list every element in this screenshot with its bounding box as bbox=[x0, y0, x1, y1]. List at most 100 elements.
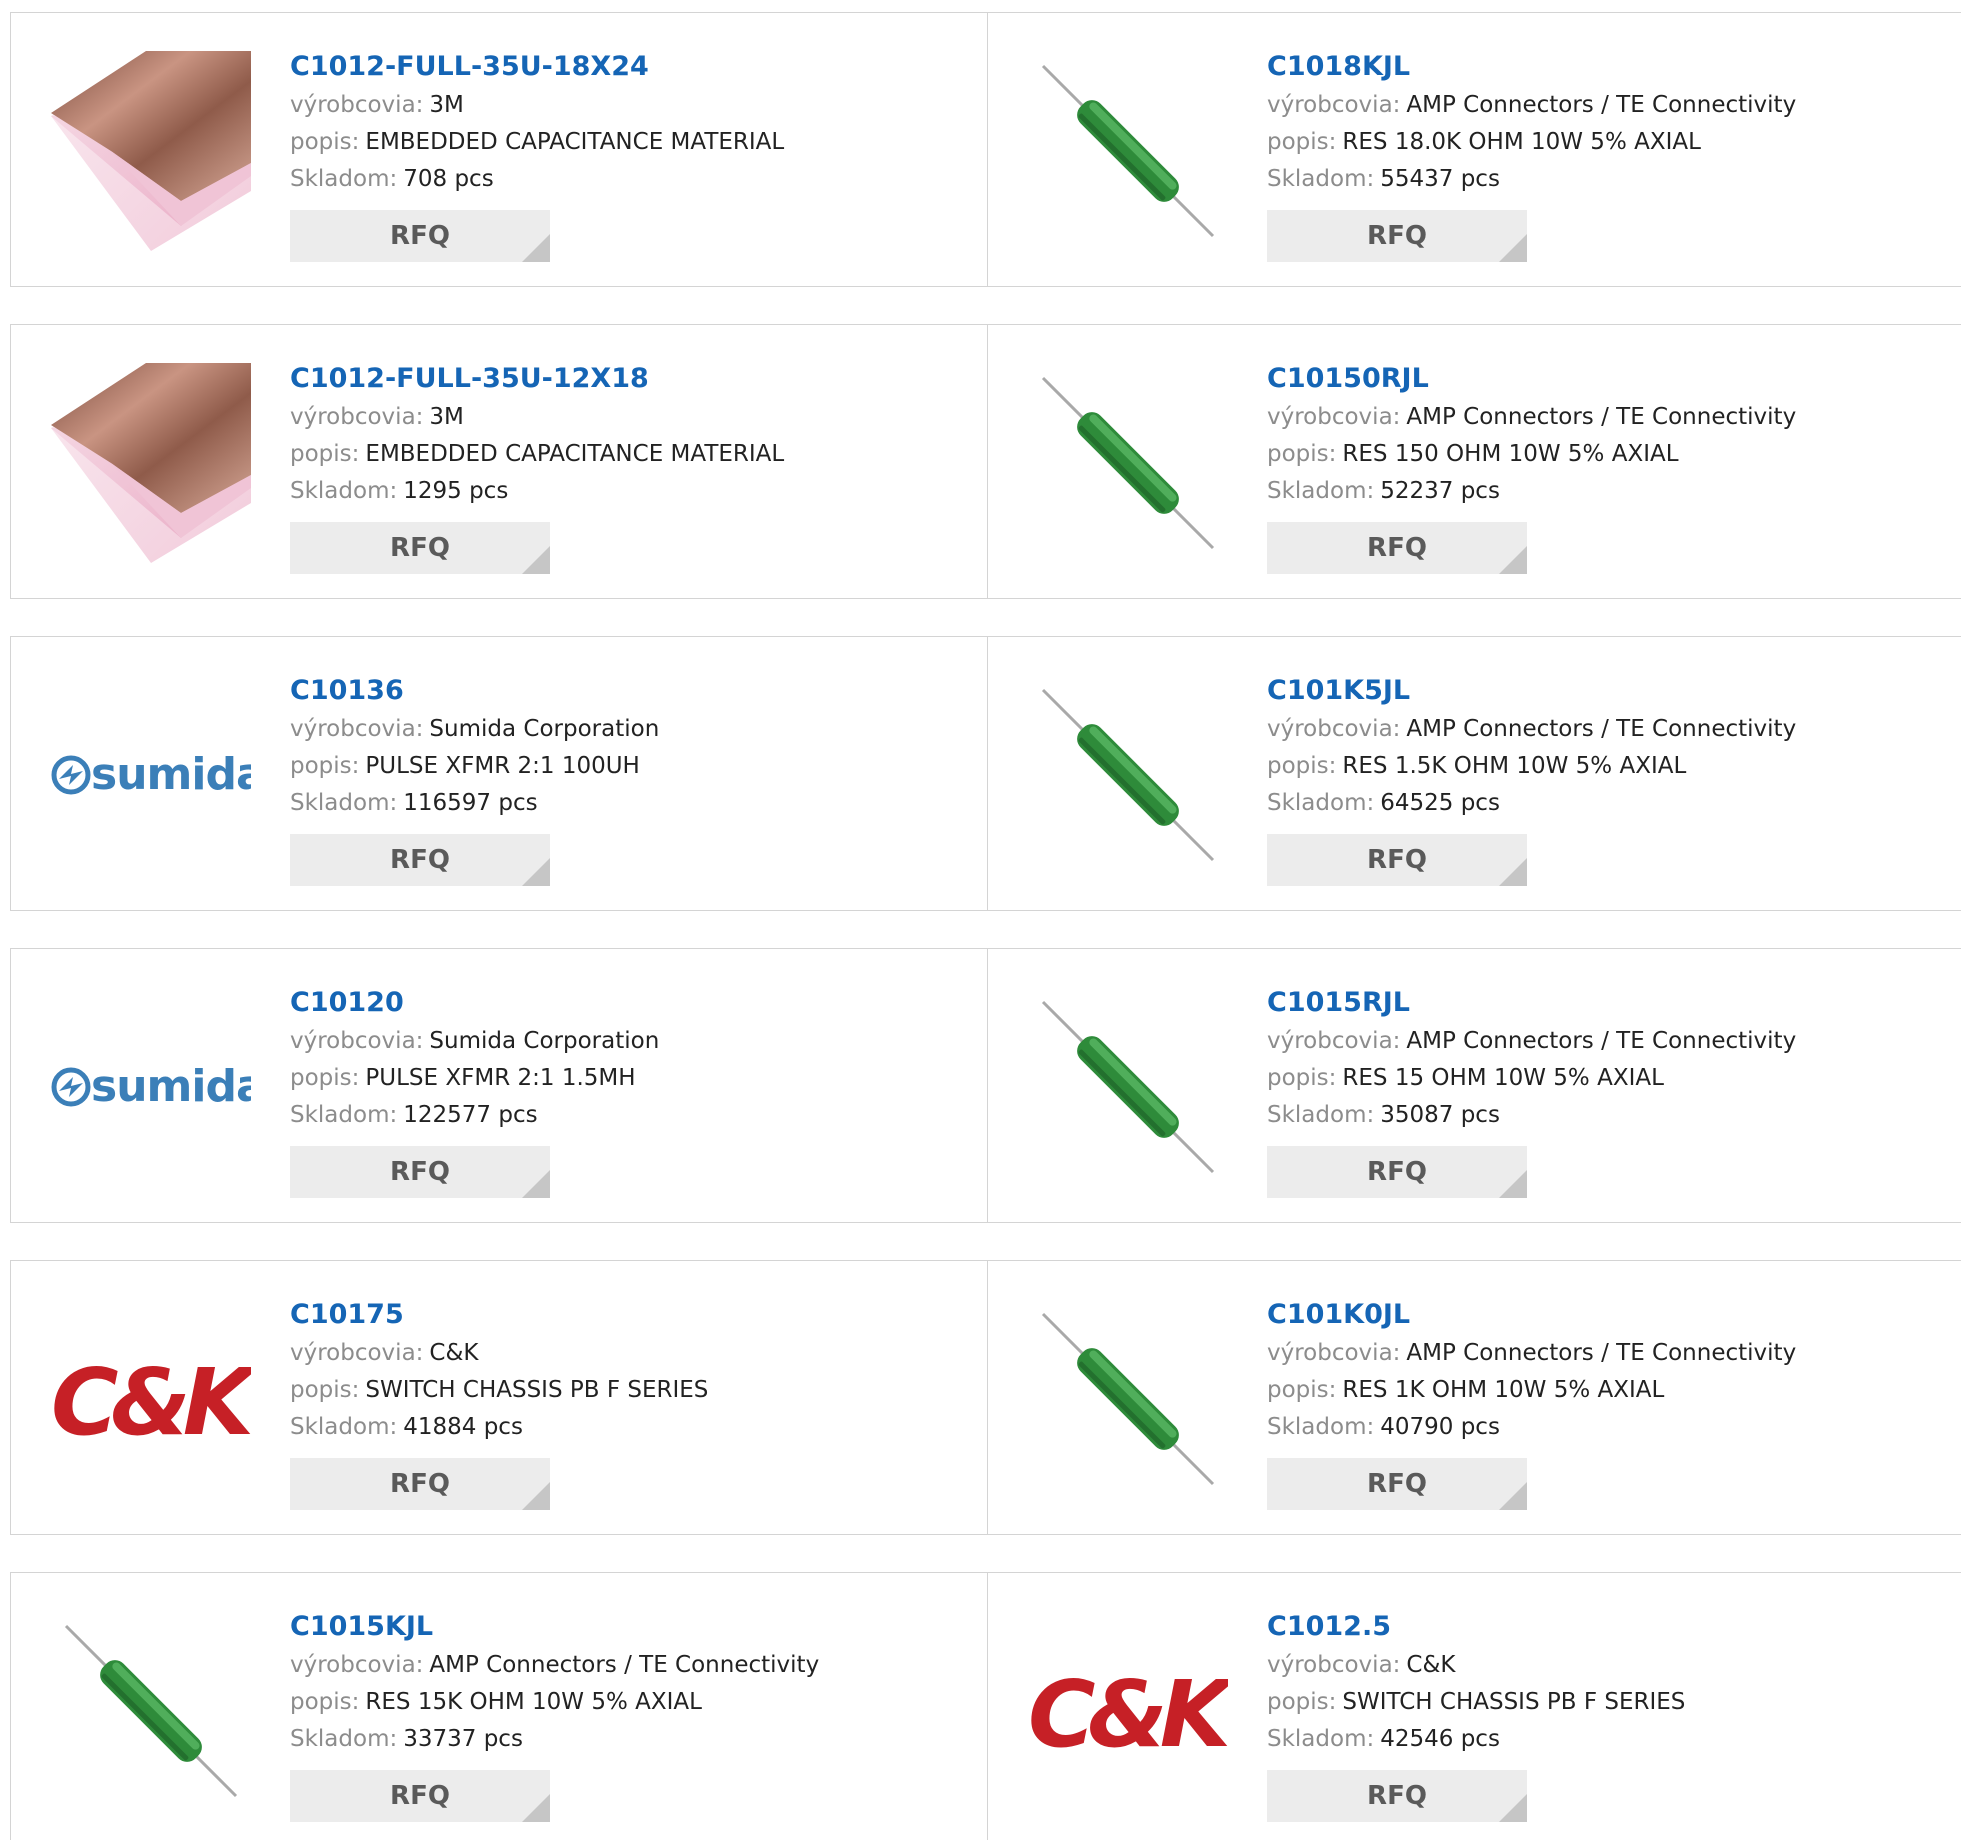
part-number-link[interactable]: C1012-FULL-35U-12X18 bbox=[290, 359, 970, 399]
manufacturer-label: výrobcovia: bbox=[1267, 1340, 1401, 1366]
part-number-link[interactable]: C101K5JL bbox=[1267, 671, 1947, 711]
manufacturer-value: C&K bbox=[1406, 1652, 1456, 1678]
ck-logo[interactable]: C&K bbox=[51, 1299, 251, 1499]
rfq-button[interactable]: RFQ bbox=[1267, 1458, 1527, 1510]
stock-label: Skladom: bbox=[1267, 478, 1375, 504]
part-number-link[interactable]: C10120 bbox=[290, 983, 970, 1023]
rfq-label: RFQ bbox=[390, 1469, 450, 1499]
resistor-icon[interactable] bbox=[1028, 51, 1228, 251]
manufacturer-value: 3M bbox=[429, 404, 464, 430]
product-info: C10136 výrobcovia: Sumida Corporation popis… bbox=[290, 671, 970, 886]
rfq-button[interactable]: RFQ bbox=[290, 1770, 550, 1822]
product-row: C1012-FULL-35U-18X24 výrobcovia: 3M popis: E… bbox=[10, 12, 1961, 287]
manufacturer-value: C&K bbox=[429, 1340, 479, 1366]
resistor-icon[interactable] bbox=[1028, 675, 1228, 875]
product-info: C1018KJL výrobcovia: AMP Connectors / TE C… bbox=[1267, 47, 1947, 262]
manufacturer-label: výrobcovia: bbox=[290, 716, 424, 742]
manufacturer-label: výrobcovia: bbox=[290, 1340, 424, 1366]
manufacturer-value: AMP Connectors / TE Connectivity bbox=[1406, 1340, 1797, 1366]
corner-triangle-icon bbox=[1499, 858, 1527, 886]
part-number-link[interactable]: C1012-FULL-35U-18X24 bbox=[290, 47, 970, 87]
stock-label: Skladom: bbox=[290, 1102, 398, 1128]
description-label: popis: bbox=[290, 441, 360, 467]
part-number-link[interactable]: C101K0JL bbox=[1267, 1295, 1947, 1335]
sumida-logo[interactable]: sumida bbox=[51, 987, 251, 1187]
copper-laminate-icon[interactable] bbox=[51, 51, 251, 251]
product-card: C&K C1012.5 výrobcovia: C&K popis: SWITCH CH… bbox=[988, 1573, 1961, 1840]
stock-line: Skladom: 40790 pcs bbox=[1267, 1409, 1947, 1446]
description-value: RES 18.0K OHM 10W 5% AXIAL bbox=[1342, 129, 1701, 155]
stock-line: Skladom: 33737 pcs bbox=[290, 1721, 970, 1758]
description-line: popis: RES 15 OHM 10W 5% AXIAL bbox=[1267, 1060, 1947, 1097]
resistor-icon[interactable] bbox=[1028, 987, 1228, 1187]
manufacturer-line: výrobcovia: AMP Connectors / TE Connectiv… bbox=[1267, 1023, 1947, 1060]
stock-line: Skladom: 122577 pcs bbox=[290, 1097, 970, 1134]
resistor-icon[interactable] bbox=[51, 1611, 251, 1811]
stock-label: Skladom: bbox=[290, 1414, 398, 1440]
manufacturer-label: výrobcovia: bbox=[290, 92, 424, 118]
rfq-button[interactable]: RFQ bbox=[290, 1146, 550, 1198]
stock-value: 42546 pcs bbox=[1380, 1726, 1500, 1752]
product-card: C10150RJL výrobcovia: AMP Connectors / TE … bbox=[988, 325, 1961, 598]
description-value: SWITCH CHASSIS PB F SERIES bbox=[1342, 1689, 1686, 1715]
rfq-button[interactable]: RFQ bbox=[290, 522, 550, 574]
description-value: RES 15K OHM 10W 5% AXIAL bbox=[365, 1689, 702, 1715]
ck-logo[interactable]: C&K bbox=[1028, 1611, 1228, 1811]
rfq-button[interactable]: RFQ bbox=[1267, 834, 1527, 886]
rfq-button[interactable]: RFQ bbox=[1267, 210, 1527, 262]
rfq-button[interactable]: RFQ bbox=[290, 834, 550, 886]
part-number-link[interactable]: C10150RJL bbox=[1267, 359, 1947, 399]
product-info: C10175 výrobcovia: C&K popis: SWITCH CHASSIS… bbox=[290, 1295, 970, 1510]
manufacturer-label: výrobcovia: bbox=[290, 1028, 424, 1054]
stock-label: Skladom: bbox=[1267, 166, 1375, 192]
stock-value: 708 pcs bbox=[403, 166, 494, 192]
part-number-link[interactable]: C1015RJL bbox=[1267, 983, 1947, 1023]
rfq-button[interactable]: RFQ bbox=[1267, 1146, 1527, 1198]
manufacturer-label: výrobcovia: bbox=[290, 404, 424, 430]
manufacturer-value: AMP Connectors / TE Connectivity bbox=[429, 1652, 820, 1678]
description-value: SWITCH CHASSIS PB F SERIES bbox=[365, 1377, 709, 1403]
part-number-link[interactable]: C1012.5 bbox=[1267, 1607, 1947, 1647]
description-value: RES 150 OHM 10W 5% AXIAL bbox=[1342, 441, 1679, 467]
rfq-button[interactable]: RFQ bbox=[290, 210, 550, 262]
manufacturer-value: 3M bbox=[429, 92, 464, 118]
description-value: PULSE XFMR 2:1 100UH bbox=[365, 753, 640, 779]
rfq-button[interactable]: RFQ bbox=[290, 1458, 550, 1510]
manufacturer-line: výrobcovia: C&K bbox=[290, 1335, 970, 1372]
description-value: PULSE XFMR 2:1 1.5MH bbox=[365, 1065, 636, 1091]
sumida-logo[interactable]: sumida bbox=[51, 675, 251, 875]
rfq-label: RFQ bbox=[1367, 1157, 1427, 1187]
stock-value: 116597 pcs bbox=[403, 790, 538, 816]
part-number-link[interactable]: C10175 bbox=[290, 1295, 970, 1335]
resistor-icon[interactable] bbox=[1028, 363, 1228, 563]
manufacturer-line: výrobcovia: 3M bbox=[290, 87, 970, 124]
stock-line: Skladom: 55437 pcs bbox=[1267, 161, 1947, 198]
stock-line: Skladom: 708 pcs bbox=[290, 161, 970, 198]
stock-value: 1295 pcs bbox=[403, 478, 509, 504]
manufacturer-value: AMP Connectors / TE Connectivity bbox=[1406, 404, 1797, 430]
rfq-label: RFQ bbox=[1367, 221, 1427, 251]
manufacturer-value: AMP Connectors / TE Connectivity bbox=[1406, 92, 1797, 118]
stock-label: Skladom: bbox=[1267, 790, 1375, 816]
stock-label: Skladom: bbox=[290, 1726, 398, 1752]
stock-value: 40790 pcs bbox=[1380, 1414, 1500, 1440]
resistor-icon[interactable] bbox=[1028, 1299, 1228, 1499]
copper-laminate-icon[interactable] bbox=[51, 363, 251, 563]
part-number-link[interactable]: C10136 bbox=[290, 671, 970, 711]
rfq-label: RFQ bbox=[390, 845, 450, 875]
description-line: popis: RES 150 OHM 10W 5% AXIAL bbox=[1267, 436, 1947, 473]
part-number-link[interactable]: C1015KJL bbox=[290, 1607, 970, 1647]
rfq-button[interactable]: RFQ bbox=[1267, 522, 1527, 574]
rfq-label: RFQ bbox=[390, 1157, 450, 1187]
stock-label: Skladom: bbox=[290, 790, 398, 816]
manufacturer-label: výrobcovia: bbox=[1267, 404, 1401, 430]
product-card: sumida C10120 výrobcovia: Sumida Corporati… bbox=[11, 949, 988, 1222]
stock-value: 55437 pcs bbox=[1380, 166, 1500, 192]
stock-line: Skladom: 42546 pcs bbox=[1267, 1721, 1947, 1758]
description-label: popis: bbox=[290, 753, 360, 779]
manufacturer-line: výrobcovia: AMP Connectors / TE Connectiv… bbox=[1267, 711, 1947, 748]
manufacturer-line: výrobcovia: Sumida Corporation bbox=[290, 1023, 970, 1060]
manufacturer-line: výrobcovia: AMP Connectors / TE Connectiv… bbox=[1267, 399, 1947, 436]
rfq-button[interactable]: RFQ bbox=[1267, 1770, 1527, 1822]
part-number-link[interactable]: C1018KJL bbox=[1267, 47, 1947, 87]
